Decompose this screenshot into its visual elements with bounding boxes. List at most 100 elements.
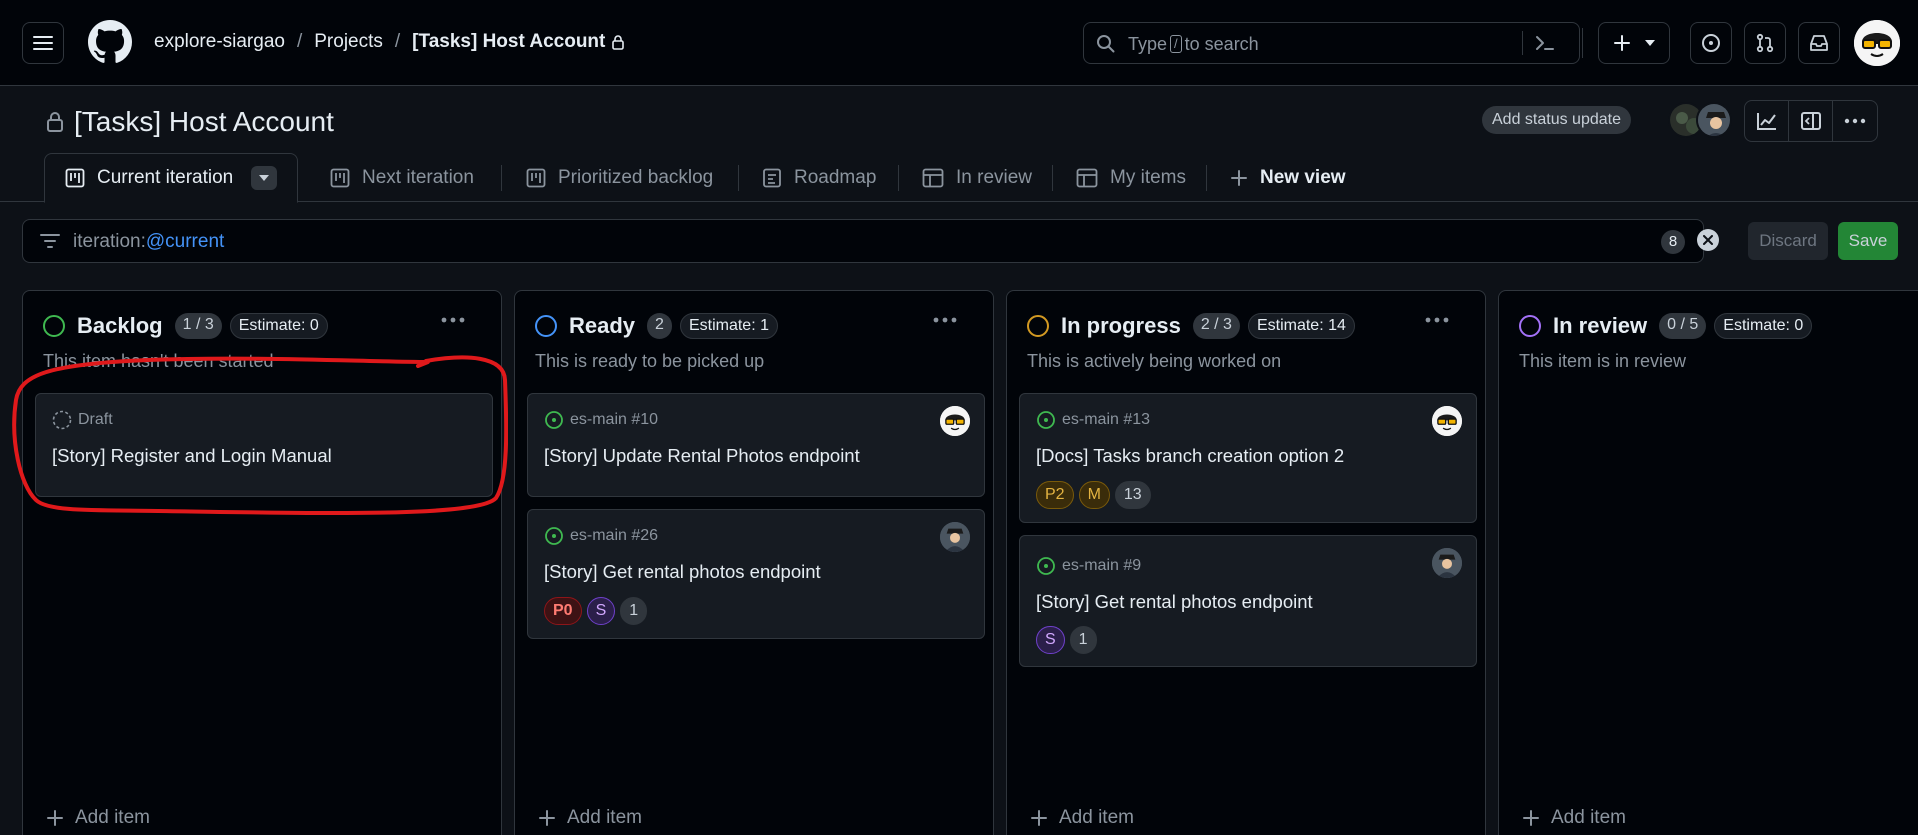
- column-header: Backlog 1 / 3 Estimate: 0: [43, 313, 336, 339]
- user-avatar[interactable]: [1854, 20, 1900, 66]
- column-count-badge: 2: [647, 313, 672, 339]
- column-name: Ready: [569, 313, 636, 338]
- tab-label: My items: [1110, 166, 1186, 188]
- assignee-avatar[interactable]: [940, 406, 970, 436]
- add-item-button[interactable]: Add item: [1031, 807, 1134, 829]
- table-icon: [922, 168, 944, 187]
- board-card[interactable]: Draft [Story] Register and Login Manual: [35, 393, 493, 497]
- breadcrumb-projects-link[interactable]: Projects: [314, 31, 383, 53]
- column-name: In review: [1553, 313, 1648, 338]
- estimate-label[interactable]: 13: [1114, 481, 1151, 509]
- board-card[interactable]: es-main #13 [Docs] Tasks branch creation…: [1019, 393, 1477, 523]
- inbox-button[interactable]: [1798, 22, 1840, 64]
- column-header: In progress 2 / 3 Estimate: 14: [1027, 313, 1363, 339]
- board-card[interactable]: es-main #9 [Story] Get rental photos end…: [1019, 535, 1477, 667]
- estimate-label[interactable]: 1: [1069, 626, 1097, 654]
- assignee-avatar-image: [1432, 406, 1462, 436]
- tab-label: Roadmap: [794, 166, 877, 188]
- plus-icon: [1231, 169, 1247, 186]
- save-button[interactable]: Save: [1838, 222, 1898, 260]
- column-estimate-badge: Estimate: 1: [679, 313, 778, 339]
- command-palette-icon[interactable]: [1534, 33, 1556, 53]
- card-title[interactable]: [Story] Get rental photos endpoint: [544, 561, 821, 583]
- column-estimate-badge: Estimate: 0: [229, 313, 328, 339]
- plus-icon: [1523, 810, 1539, 826]
- table-icon: [1076, 168, 1098, 187]
- card-repo-ref[interactable]: es-main #10: [570, 411, 658, 429]
- assignee-avatar-image: [940, 522, 970, 552]
- discard-button[interactable]: Discard: [1748, 222, 1828, 260]
- assignee-avatar[interactable]: [940, 522, 970, 552]
- card-title[interactable]: [Story] Get rental photos endpoint: [1036, 591, 1313, 613]
- search-input[interactable]: Type / to search: [1083, 22, 1580, 64]
- add-item-button[interactable]: Add item: [47, 807, 150, 829]
- plus-icon: [539, 810, 555, 826]
- assignee-avatar-image: [1432, 548, 1462, 578]
- card-repo-ref[interactable]: es-main #26: [570, 527, 658, 545]
- project-title: [Tasks] Host Account: [74, 106, 334, 137]
- add-item-label: Add item: [75, 807, 150, 828]
- status-circle-icon: [1519, 315, 1541, 337]
- insights-button[interactable]: [1745, 101, 1789, 141]
- search-icon: [1097, 35, 1115, 53]
- collaborator-avatar[interactable]: [1696, 102, 1732, 138]
- pull-requests-button[interactable]: [1744, 22, 1786, 64]
- card-repo-ref[interactable]: es-main #13: [1062, 411, 1150, 429]
- add-status-update-button[interactable]: Add status update: [1482, 106, 1631, 134]
- tab-current-iteration[interactable]: Current iteration: [44, 153, 299, 203]
- card-labels: S 1: [1036, 626, 1102, 654]
- tab-next-iteration[interactable]: Next iteration: [330, 153, 474, 202]
- card-repo-ref[interactable]: es-main #9: [1062, 557, 1141, 575]
- column-header: Ready 2 Estimate: 1: [535, 313, 786, 339]
- card-title[interactable]: [Story] Register and Login Manual: [52, 445, 332, 467]
- column-menu-icon[interactable]: [441, 317, 465, 323]
- priority-label[interactable]: P2: [1036, 481, 1074, 509]
- assignee-avatar[interactable]: [1432, 548, 1462, 578]
- column-menu-icon[interactable]: [1425, 317, 1449, 323]
- column-count-badge: 1 / 3: [174, 313, 222, 339]
- clear-filter-button[interactable]: [1697, 229, 1719, 251]
- kebab-horizontal-icon: [1844, 118, 1866, 124]
- size-label[interactable]: S: [1036, 626, 1065, 654]
- x-icon: [1703, 235, 1713, 245]
- size-label[interactable]: M: [1078, 481, 1110, 509]
- filter-query: iteration:@current: [73, 231, 225, 252]
- more-options-button[interactable]: [1833, 101, 1877, 141]
- column-description: This is actively being worked on: [1027, 351, 1282, 371]
- add-item-label: Add item: [1551, 807, 1626, 828]
- size-label[interactable]: S: [586, 597, 616, 625]
- inbox-icon: [1810, 35, 1828, 51]
- assignee-avatar[interactable]: [1432, 406, 1462, 436]
- project-toolbar: [1744, 100, 1878, 142]
- board-icon: [65, 168, 85, 188]
- view-tabs: Current iteration Next iteration Priorit…: [0, 150, 1918, 203]
- tab-roadmap[interactable]: Roadmap: [762, 153, 876, 202]
- tab-prioritized-backlog[interactable]: Prioritized backlog: [526, 153, 713, 202]
- github-logo[interactable]: [88, 20, 132, 64]
- tab-in-review[interactable]: In review: [922, 153, 1032, 202]
- column-menu-icon[interactable]: [933, 317, 957, 323]
- create-new-button[interactable]: [1598, 22, 1670, 64]
- side-panel-button[interactable]: [1789, 101, 1833, 141]
- breadcrumb-project-link[interactable]: [Tasks] Host Account: [412, 31, 605, 53]
- card-title[interactable]: [Docs] Tasks branch creation option 2: [1036, 445, 1344, 467]
- board-icon: [330, 168, 350, 187]
- add-item-button[interactable]: Add item: [1523, 807, 1626, 829]
- board-card[interactable]: es-main #26 [Story] Get rental photos en…: [527, 509, 985, 639]
- hamburger-menu-button[interactable]: [22, 22, 64, 64]
- breadcrumb: explore-siargao / Projects / [Tasks] Hos…: [154, 31, 625, 53]
- priority-label[interactable]: P0: [544, 597, 582, 625]
- card-labels: P0 S 1: [544, 597, 652, 625]
- plus-icon: [47, 810, 63, 826]
- board-card[interactable]: es-main #10 [Story] Update Rental Photos…: [527, 393, 985, 497]
- tab-my-items[interactable]: My items: [1076, 153, 1186, 202]
- add-item-button[interactable]: Add item: [539, 807, 642, 829]
- estimate-label[interactable]: 1: [620, 597, 648, 625]
- filter-input[interactable]: iteration:@current 8: [22, 219, 1704, 263]
- view-options-button[interactable]: [251, 166, 278, 190]
- card-title[interactable]: [Story] Update Rental Photos endpoint: [544, 445, 860, 467]
- new-view-button[interactable]: New view: [1230, 153, 1346, 202]
- board-icon: [526, 168, 546, 187]
- breadcrumb-owner-link[interactable]: explore-siargao: [154, 31, 285, 53]
- issues-button[interactable]: [1690, 22, 1732, 64]
